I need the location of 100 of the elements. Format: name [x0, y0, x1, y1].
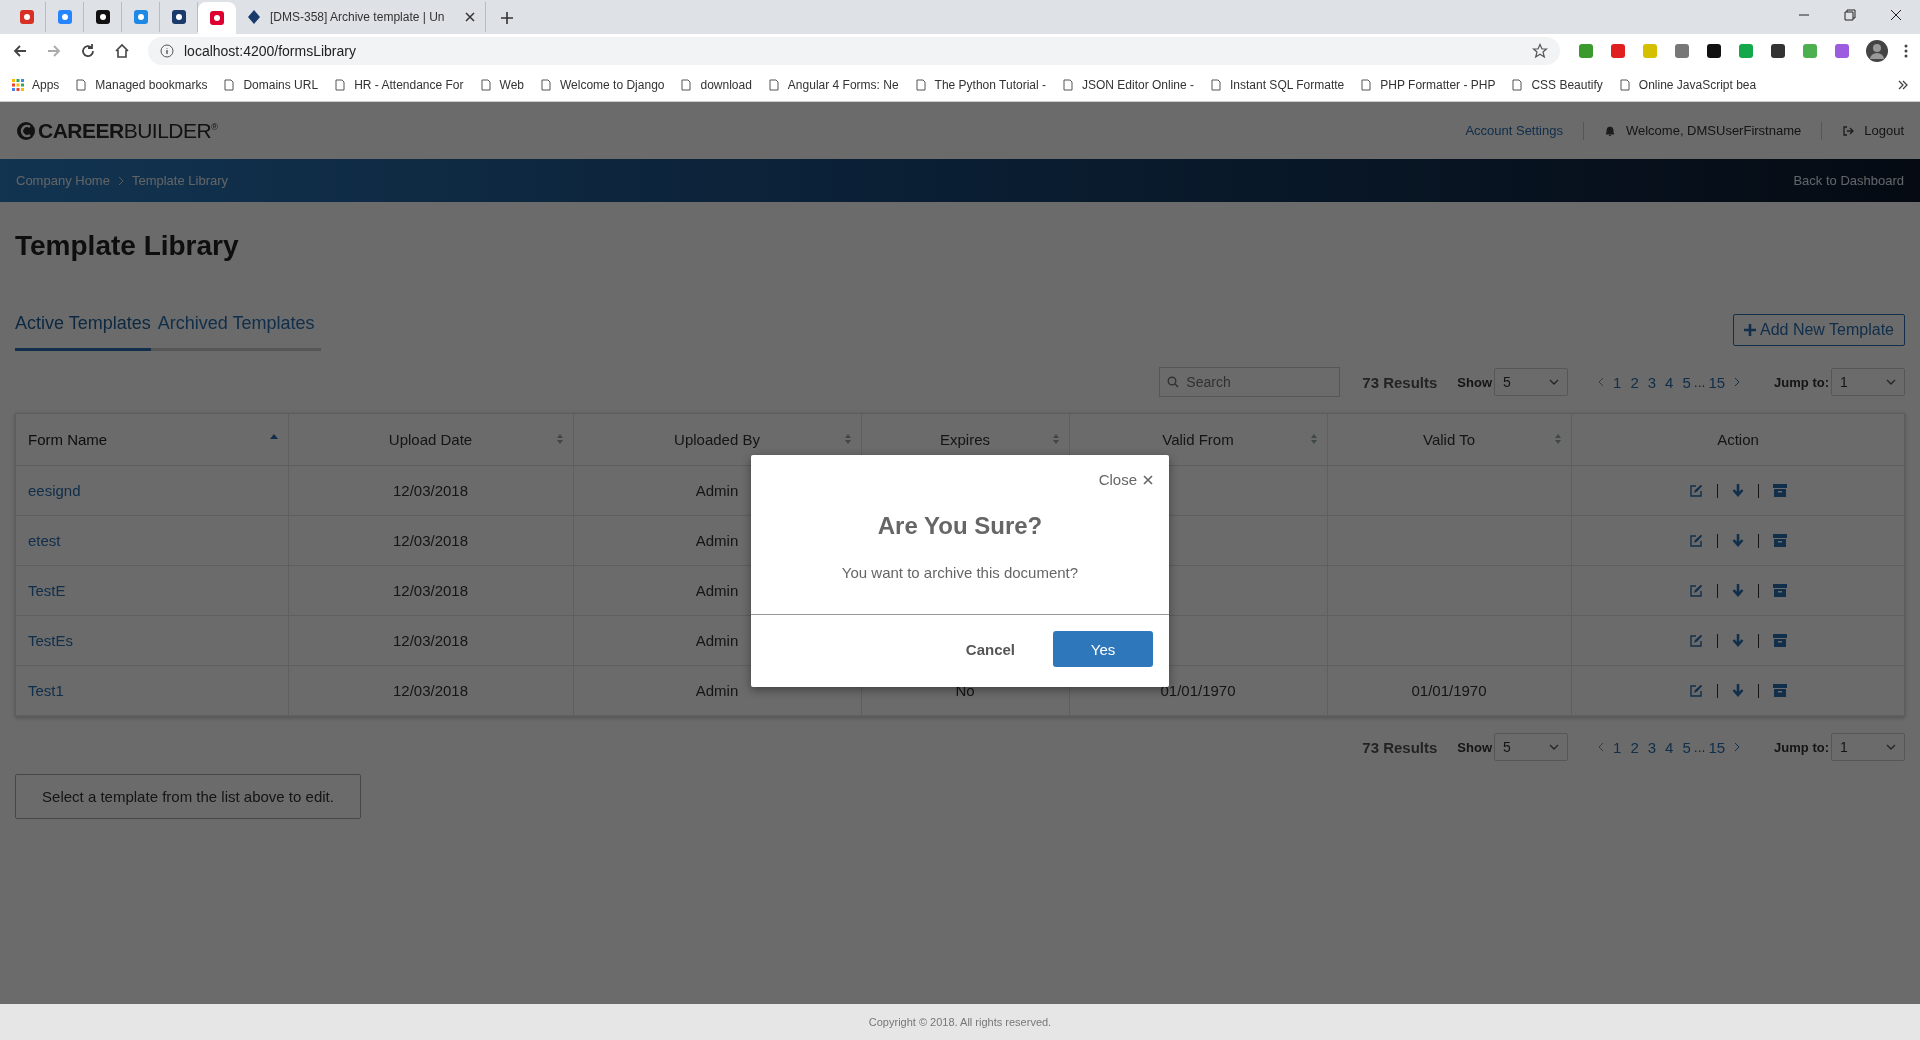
form-name-link[interactable]: etest [28, 532, 61, 549]
jump-to-select[interactable]: 1 [1831, 368, 1905, 396]
breadcrumb-link[interactable]: Template Library [131, 173, 229, 188]
bookmark[interactable]: The Python Tutorial - [914, 77, 1046, 92]
archive-icon[interactable] [1773, 634, 1787, 647]
download-icon[interactable] [1732, 683, 1744, 698]
logo-text: CAREERBUILDER$^{®}$ [38, 118, 218, 143]
logout-icon[interactable] [1842, 124, 1855, 137]
table-cell: 12/03/2018 [392, 532, 469, 549]
forward-icon[interactable] [46, 43, 62, 59]
favicon-icon [56, 9, 73, 25]
tab[interactable]: Active Templates [15, 313, 151, 351]
chevron-down-icon [1886, 379, 1896, 385]
download-icon[interactable] [1732, 583, 1744, 598]
form-name-link[interactable]: TestEs [28, 632, 73, 649]
jump-to-select[interactable]: 1 [1831, 733, 1905, 761]
menu-icon[interactable] [1904, 43, 1908, 59]
page-link[interactable]: 15 [1708, 373, 1726, 391]
archive-icon[interactable] [1773, 484, 1787, 497]
page-link[interactable]: 3 [1647, 738, 1657, 756]
favicon-icon [246, 9, 262, 25]
bookmark[interactable]: CSS Beautify [1511, 77, 1603, 92]
cancel-button[interactable]: Cancel [959, 639, 1021, 659]
bookmark[interactable]: Welcome to Django [540, 77, 665, 92]
edit-icon[interactable] [1689, 483, 1703, 498]
add-new-template-button[interactable]: Add New Template [1733, 314, 1905, 346]
star-icon[interactable] [1532, 43, 1548, 59]
address-bar[interactable]: localhost:4200/formsLibrary [148, 37, 1560, 65]
bookmark[interactable]: PHP Formatter - PHP [1360, 77, 1496, 92]
download-icon[interactable] [1732, 633, 1744, 648]
page-link[interactable]: 1 [1613, 373, 1622, 391]
column-header[interactable]: Valid To [1327, 414, 1571, 466]
archive-icon[interactable] [1773, 584, 1787, 597]
bookmark[interactable]: Angular 4 Forms: Ne [767, 77, 899, 92]
form-name-link[interactable]: TestE [28, 582, 66, 599]
browser-tab[interactable]: [DMS-358] Archive template | Un [236, 2, 486, 32]
breadcrumb-link[interactable]: Company Home [16, 173, 110, 188]
search-icon [1167, 376, 1180, 388]
extension-icon[interactable] [1770, 43, 1786, 59]
bookmark[interactable]: Web [479, 77, 524, 92]
page-link[interactable]: 5 [1682, 373, 1691, 391]
page-icon [1511, 78, 1524, 91]
back-to-dashboard-link[interactable]: Back to Dashboard [1793, 173, 1904, 188]
home-icon[interactable] [114, 43, 130, 59]
tab[interactable]: Archived Templates [157, 313, 315, 351]
table-cell: 12/03/2018 [392, 682, 469, 699]
form-name-link[interactable]: eesignd [28, 482, 81, 499]
page-link[interactable]: 2 [1630, 738, 1639, 756]
column-header[interactable]: Form Name [16, 414, 288, 466]
previous-page-icon[interactable] [1598, 742, 1605, 752]
bell-icon[interactable] [1603, 124, 1616, 137]
avatar-icon[interactable] [1866, 40, 1888, 62]
table-cell: Admin [695, 682, 739, 699]
download-icon[interactable] [1732, 533, 1744, 548]
download-icon[interactable] [1732, 483, 1744, 498]
previous-page-icon[interactable] [1598, 377, 1605, 387]
column-header[interactable]: Upload Date [288, 414, 573, 466]
bookmark[interactable]: Online JavaScript bea [1618, 77, 1757, 92]
restore-icon[interactable] [1844, 9, 1856, 21]
edit-icon[interactable] [1689, 683, 1703, 698]
archive-icon[interactable] [1773, 534, 1787, 547]
page-link[interactable]: 5 [1682, 738, 1691, 756]
close-button[interactable]: Close [1098, 471, 1153, 488]
bookmark[interactable]: HR - Attendance For [334, 77, 464, 92]
reload-icon[interactable] [80, 43, 96, 59]
edit-icon[interactable] [1689, 533, 1703, 548]
page-link[interactable]: 2 [1630, 373, 1639, 391]
close-icon[interactable] [465, 12, 475, 22]
edit-icon[interactable] [1689, 583, 1703, 598]
new-tab-icon[interactable] [500, 11, 514, 25]
search-field[interactable]: Search [1159, 367, 1341, 397]
next-page-icon[interactable] [1734, 377, 1741, 387]
favicon-icon [94, 9, 111, 25]
back-icon[interactable] [12, 43, 28, 59]
page-size-select[interactable]: 5 [1494, 368, 1569, 396]
logout-link[interactable]: Logout [1864, 123, 1904, 138]
bookmark[interactable]: Apps [12, 77, 60, 92]
next-page-icon[interactable] [1734, 742, 1741, 752]
account-settings-link[interactable]: Account Settings [1465, 123, 1563, 138]
bookmark[interactable]: download [680, 77, 752, 92]
page-size-select[interactable]: 5 [1494, 733, 1569, 761]
page-link[interactable]: 1 [1613, 738, 1622, 756]
page-icon [540, 78, 552, 91]
yes-button[interactable]: Yes [1053, 631, 1153, 667]
edit-icon[interactable] [1689, 633, 1703, 648]
bookmark[interactable]: JSON Editor Online - [1061, 77, 1194, 92]
more-bookmarks-icon[interactable] [1898, 79, 1908, 90]
close-icon[interactable] [1890, 9, 1902, 21]
page-link[interactable]: 4 [1665, 738, 1674, 756]
form-name-link[interactable]: Test1 [28, 682, 64, 699]
extension-icon[interactable] [1706, 43, 1722, 59]
page-link[interactable]: 3 [1647, 373, 1657, 391]
apps-grid-icon [12, 78, 24, 91]
page-link[interactable]: 4 [1665, 373, 1674, 391]
bookmark[interactable]: Managed bookmarks [75, 77, 208, 92]
page-link[interactable]: 15 [1708, 738, 1726, 756]
bookmark[interactable]: Instant SQL Formatte [1210, 77, 1345, 92]
bookmark[interactable]: Domains URL [223, 77, 319, 92]
results-count: 73 Results [1362, 738, 1438, 756]
archive-icon[interactable] [1773, 684, 1787, 697]
